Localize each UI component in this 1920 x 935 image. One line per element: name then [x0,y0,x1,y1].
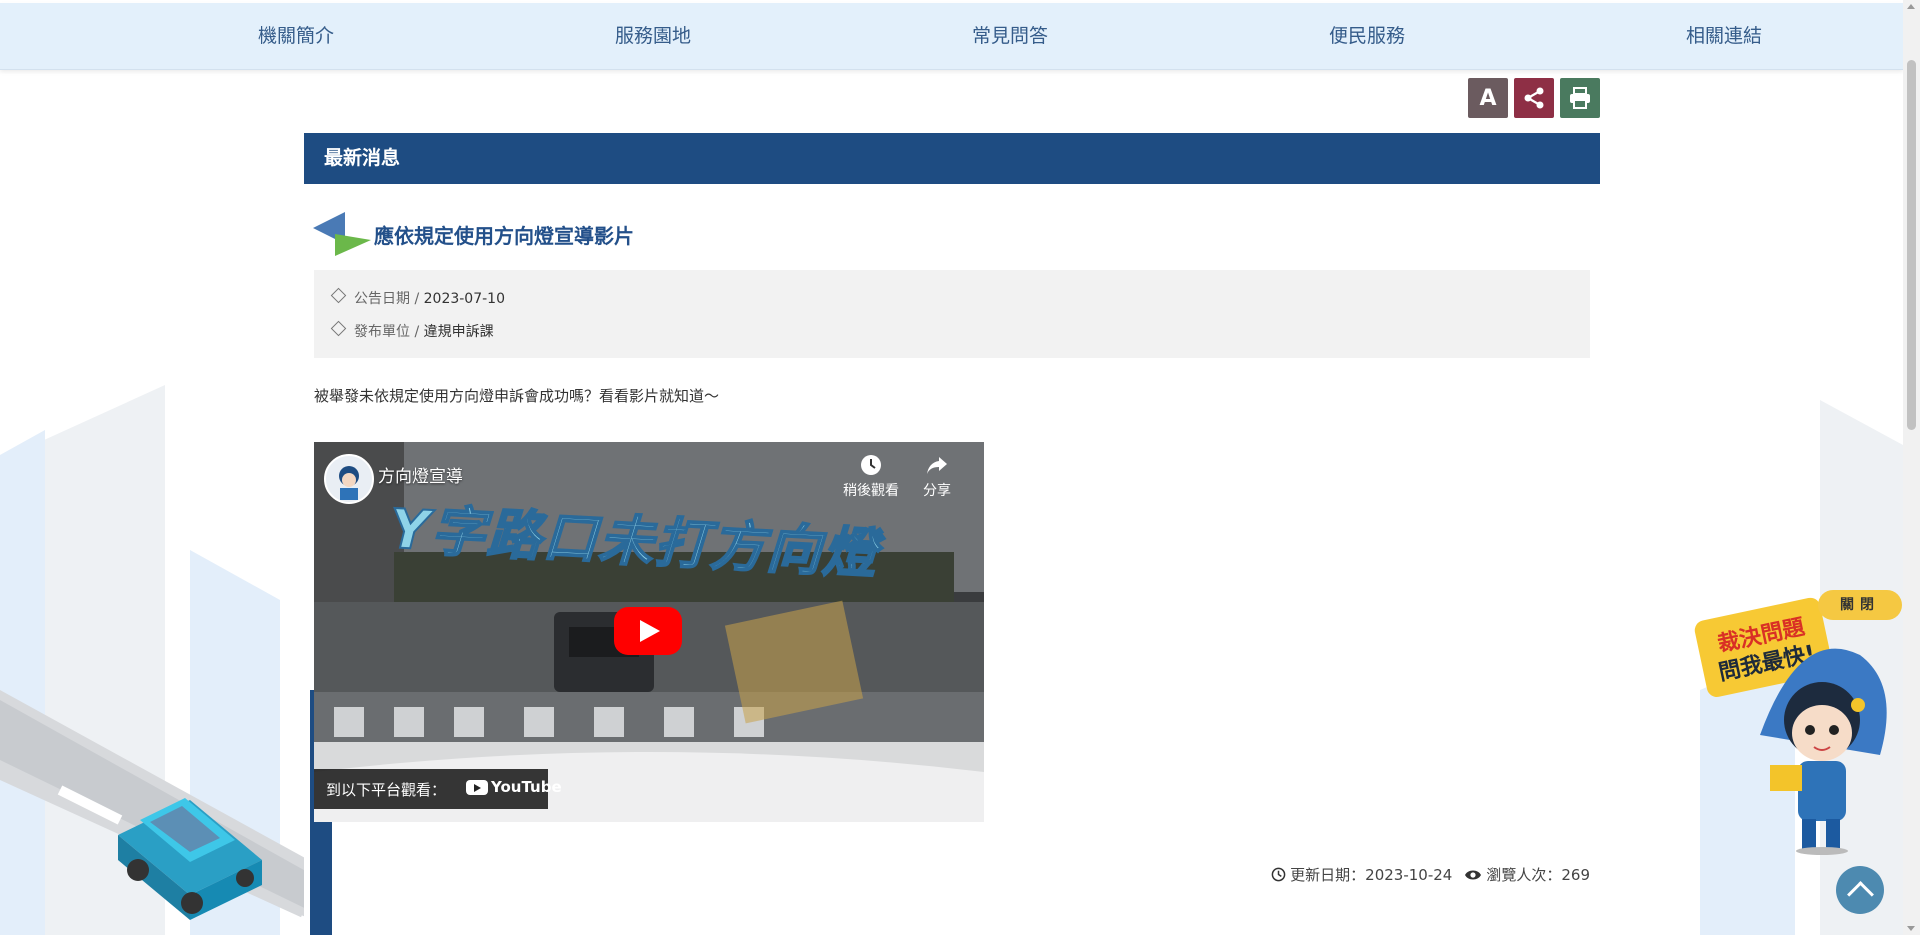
publish-unit-row: 發布單位 / 違規申訴課 [330,320,494,341]
print-icon [1570,87,1590,109]
publish-date-value: 2023-07-10 [423,291,505,307]
nav-item-related-links[interactable]: 相關連結 [1686,3,1762,69]
share-arrow-icon [927,457,947,474]
section-title: 最新消息 [324,147,401,169]
scrollbar[interactable] [1903,0,1920,935]
top-navigation: 機關簡介 服務園地 常見問答 便民服務 相關連結 [0,3,1903,70]
publish-date-row: 公告日期 / 2023-07-10 [330,287,505,308]
nav-item-public-services[interactable]: 便民服務 [1329,3,1405,69]
clock-icon [861,455,881,475]
eye-icon [1465,870,1482,879]
youtube-logo: YouTube [466,778,562,796]
font-size-icon: A [1479,85,1497,111]
publish-unit-value: 違規申訴課 [423,324,494,340]
article-meta: 更新日期： 2023-10-24 瀏覽人次： 269 [1271,864,1590,885]
publish-unit-label: 發布單位 / [354,324,424,340]
youtube-icon [466,779,488,795]
youtube-label: YouTube [491,778,562,796]
section-header: 最新消息 [304,133,1600,184]
views-value: 269 [1561,865,1590,884]
share-icon [1524,87,1544,109]
nav-item-services[interactable]: 服務園地 [615,3,691,69]
close-mascot-button[interactable]: 關閉 [1818,590,1902,620]
video-title[interactable]: 方向燈宣導 [378,462,463,487]
video-player[interactable]: 方向燈宣導 Y字路口未打方向燈 稍後觀看 分享 到以下平台觀看： YouTube [314,442,984,822]
article-title: 應依規定使用方向燈宣導影片 [374,224,634,248]
mascot-widget[interactable]: 裁決問題 問我最快! [1690,585,1908,855]
nav-item-faq[interactable]: 常見問答 [972,3,1048,69]
scroll-up-arrow-icon[interactable] [1907,4,1915,9]
nav-item-about[interactable]: 機關簡介 [258,3,334,69]
back-to-top-button[interactable] [1836,866,1884,914]
article-description: 被舉發未依規定使用方向燈申訴會成功嗎？看看影片就知道～ [314,387,720,405]
diamond-icon [330,287,347,304]
updated-value: 2023-10-24 [1365,865,1453,884]
diamond-icon [330,320,347,337]
channel-avatar[interactable] [324,454,374,504]
scrollbar-thumb[interactable] [1907,60,1916,430]
watch-later-label: 稍後觀看 [843,483,899,499]
watch-on-label: 到以下平台觀看： [326,781,447,799]
title-arrow-icon [313,212,371,256]
watch-later-button[interactable]: 稍後觀看 [836,454,906,500]
clock-icon [1271,867,1286,882]
print-button[interactable] [1560,78,1600,118]
watch-on-youtube[interactable]: 到以下平台觀看： YouTube [314,769,562,809]
updated-label: 更新日期： [1290,866,1366,884]
share-button[interactable] [1514,78,1554,118]
video-share-button[interactable]: 分享 [902,454,972,500]
play-button[interactable] [614,607,682,655]
article-info-box: 公告日期 / 2023-07-10 發布單位 / 違規申訴課 [314,270,1590,358]
scroll-down-arrow-icon[interactable] [1907,926,1915,931]
video-share-label: 分享 [923,483,951,499]
publish-date-label: 公告日期 / [354,291,424,307]
views-label: 瀏覽人次： [1486,866,1562,884]
font-size-button[interactable]: A [1468,78,1508,118]
